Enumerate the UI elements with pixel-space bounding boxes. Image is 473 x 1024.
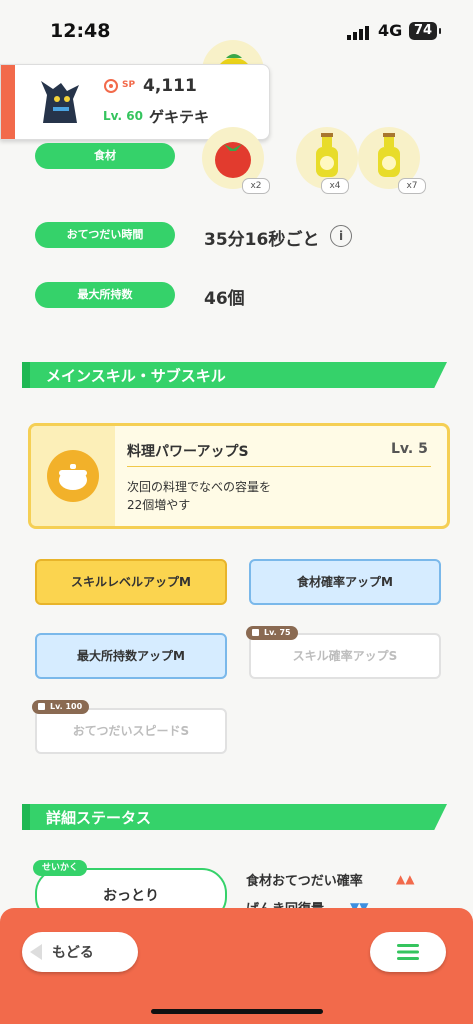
back-arrow-icon xyxy=(30,944,42,960)
sub-skill-1[interactable]: スキルレベルアップM xyxy=(35,559,227,605)
help-time-value: 35分16秒ごと xyxy=(204,230,320,250)
help-time-label: おてつだい時間 xyxy=(35,222,175,248)
divider xyxy=(127,466,431,467)
main-skill-card[interactable]: 料理パワーアップS Lv. 5 次回の料理でなべの容量を 22個増やす xyxy=(28,423,450,529)
pokemon-icon xyxy=(41,81,79,123)
main-skill-desc-1: 次回の料理でなべの容量を xyxy=(127,480,272,494)
section-header-detail: 詳細ステータス xyxy=(22,804,447,830)
main-skill-desc-2: 22個増やす xyxy=(127,498,191,512)
stat-up-arrows: ▲▲ xyxy=(396,872,415,886)
lock-badge-lv75: Lv. 75 xyxy=(246,626,298,640)
sp-label: SP xyxy=(122,80,136,90)
battery-icon: 74 xyxy=(409,22,441,40)
sp-value: 4,111 xyxy=(143,76,197,96)
section-title-detail: 詳細ステータス xyxy=(46,809,152,827)
nature-value: おっとり xyxy=(103,888,159,904)
lock-icon xyxy=(38,703,45,710)
main-skill-name: 料理パワーアップS xyxy=(127,444,249,460)
ingredients-label: 食材 xyxy=(35,143,175,169)
pot-icon xyxy=(47,450,99,502)
lock-icon xyxy=(252,629,259,636)
sub-skill-5-locked[interactable]: おてつだいスピードS xyxy=(35,708,227,754)
menu-button[interactable] xyxy=(370,932,446,972)
lock-badge-lv75-text: Lv. 75 xyxy=(264,628,291,637)
ingredient-qty-1: x2 xyxy=(242,178,270,194)
home-indicator[interactable] xyxy=(151,1009,323,1014)
back-label: もどる xyxy=(52,945,94,961)
pokemon-name: ゲキテキ xyxy=(149,108,210,126)
nature-badge: せいかく xyxy=(33,860,88,876)
stat-up-label: 食材おてつだい確率 xyxy=(246,874,363,889)
card-accent-stripe xyxy=(1,65,15,139)
sub-skill-2[interactable]: 食材確率アップM xyxy=(249,559,441,605)
section-header-accent xyxy=(22,804,30,830)
info-icon[interactable]: i xyxy=(330,225,352,247)
main-skill-level: Lv. 5 xyxy=(391,441,428,457)
sp-icon xyxy=(104,79,118,93)
skill-icon-box xyxy=(31,426,115,526)
ingredient-qty-2: x4 xyxy=(321,178,349,194)
sub-skill-3[interactable]: 最大所持数アップM xyxy=(35,633,227,679)
lock-badge-lv100-text: Lv. 100 xyxy=(50,702,83,711)
section-header-accent xyxy=(22,362,30,388)
max-carry-label: 最大所持数 xyxy=(35,282,175,308)
section-header-skills: メインスキル・サブスキル xyxy=(22,362,447,388)
lock-badge-lv100: Lv. 100 xyxy=(32,700,90,714)
network-label: 4G xyxy=(378,21,403,40)
hamburger-icon xyxy=(397,944,419,960)
max-carry-value: 46個 xyxy=(204,289,245,309)
section-title-skills: メインスキル・サブスキル xyxy=(46,367,226,385)
level-label: Lv. 60 xyxy=(103,109,143,123)
ingredient-qty-3: x7 xyxy=(398,178,426,194)
signal-icon xyxy=(347,26,369,40)
back-button[interactable]: もどる xyxy=(22,932,138,972)
status-time: 12:48 xyxy=(50,20,111,42)
